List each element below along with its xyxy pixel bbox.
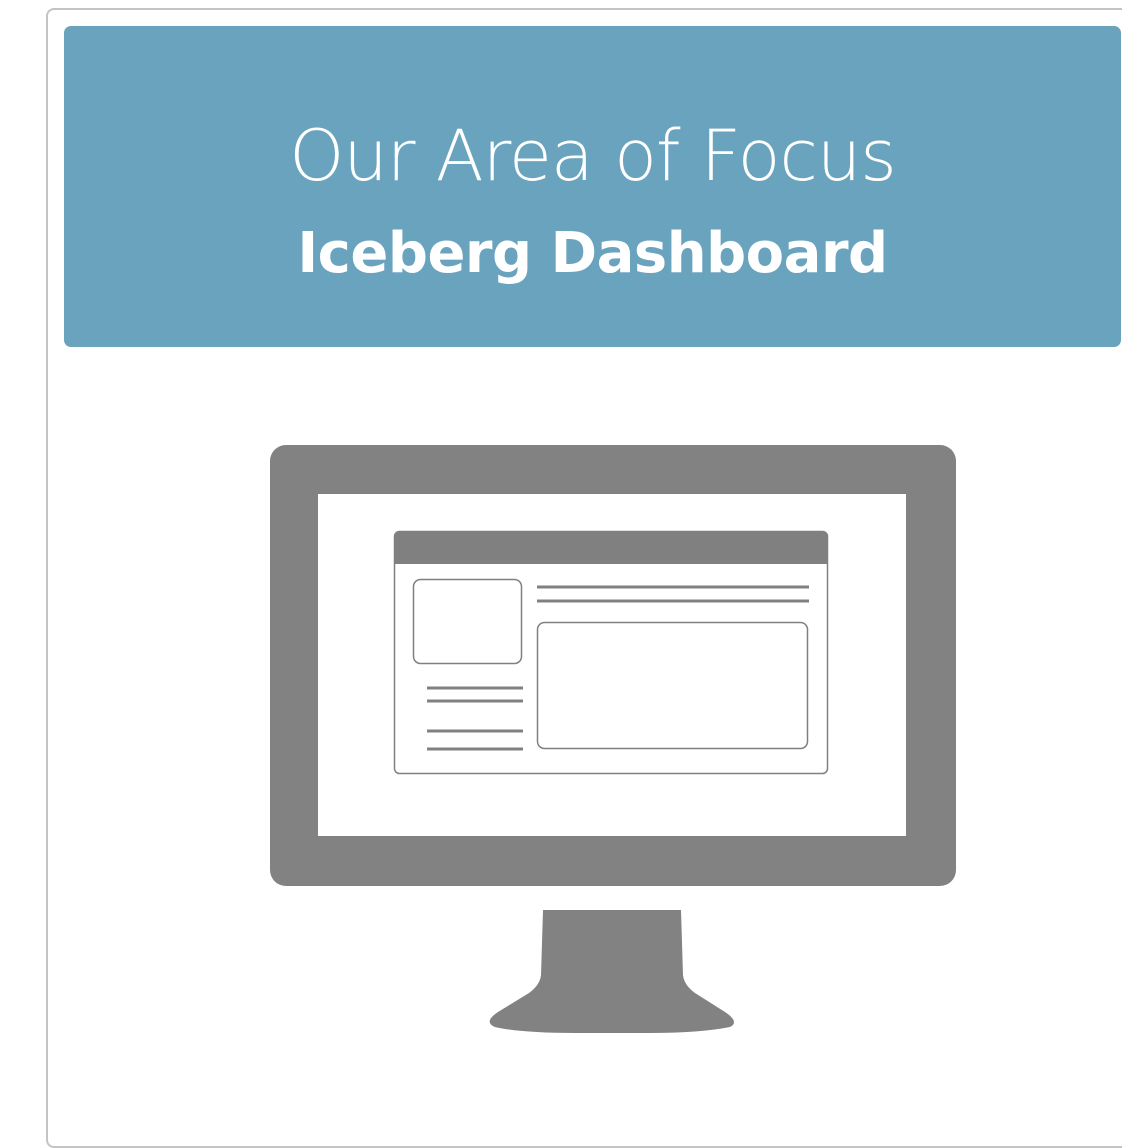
monitor-dashboard-icon <box>270 445 956 1033</box>
browser-titlebar <box>394 531 828 564</box>
browser-window <box>393 530 829 775</box>
monitor-stand <box>489 910 734 1033</box>
